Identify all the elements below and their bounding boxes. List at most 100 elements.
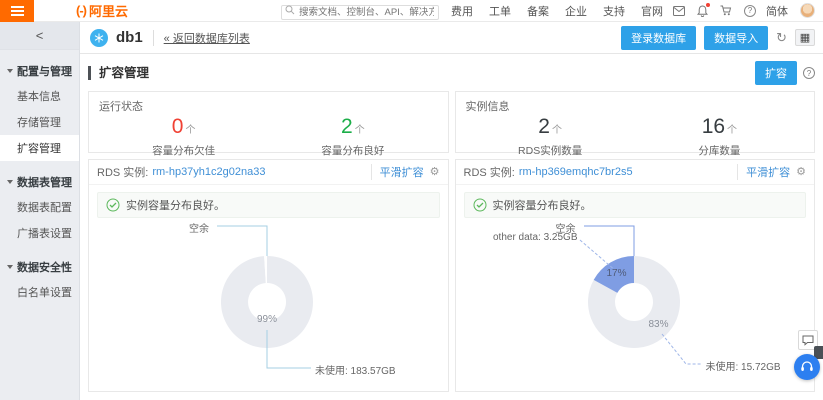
stat-capacity-poor: 0个 容量分布欠佳	[99, 116, 268, 158]
refresh-icon[interactable]: ↻	[776, 31, 787, 44]
chart-callout-unused: 未使用: 15.72GB	[706, 358, 781, 373]
rds-card-header: RDS 实例: rm-hp37yh1c2g02na33 平滑扩容 ⚙	[89, 160, 448, 185]
rds-instance-label: RDS 实例:	[464, 164, 515, 180]
sidebar-group-header[interactable]: 数据安全性	[0, 255, 79, 279]
caret-down-icon	[7, 265, 13, 269]
capacity-status-banner: 实例容量分布良好。	[97, 192, 440, 218]
sidebar-item-basic-info[interactable]: 基本信息	[0, 83, 79, 109]
back-to-db-list-link[interactable]: « 返回数据库列表	[153, 30, 250, 46]
sidebar-item-scale-mgmt[interactable]: 扩容管理	[0, 135, 79, 161]
instance-info-card: 实例信息 2个 RDS实例数量 16个 分库数量	[455, 91, 816, 153]
check-circle-icon	[473, 198, 487, 212]
capacity-donut-chart: 空余 other data: 3.25GB 17% 83% 未使用: 15.72…	[456, 218, 815, 391]
stat-unit: 个	[355, 125, 365, 136]
sidebar-group-tables: 数据表管理 数据表配置 广播表设置	[0, 170, 79, 246]
menu-item-website[interactable]: 官网	[641, 3, 663, 19]
sidebar-group-header[interactable]: 数据表管理	[0, 170, 79, 194]
sidebar-item-whitelist[interactable]: 白名单设置	[0, 279, 79, 305]
capacity-status-text: 实例容量分布良好。	[126, 197, 225, 213]
card-title: 运行状态	[99, 98, 438, 114]
stat-label: RDS实例数量	[466, 143, 635, 158]
running-status-card: 运行状态 0个 容量分布欠佳 2个 容量分布良好	[88, 91, 449, 153]
topbar-icons: ?	[673, 5, 756, 17]
sidebar-item-table-config[interactable]: 数据表配置	[0, 194, 79, 220]
smooth-scale-link[interactable]: 平滑扩容	[380, 164, 424, 180]
alicloud-logo-mark-icon: (-)	[76, 3, 86, 18]
gear-icon[interactable]: ⚙	[796, 167, 806, 178]
message-icon[interactable]	[673, 6, 685, 16]
page-title: db1	[116, 29, 143, 46]
rds-card-header: RDS 实例: rm-hp369emqhc7br2s5 平滑扩容 ⚙	[456, 160, 815, 185]
stat-label: 容量分布欠佳	[99, 143, 268, 158]
chart-percent-label: 83%	[642, 319, 676, 330]
stat-shard-count: 16个 分库数量	[635, 116, 804, 158]
summary-stats-row: 运行状态 0个 容量分布欠佳 2个 容量分布良好	[88, 91, 815, 153]
search-input[interactable]	[281, 5, 439, 20]
global-search	[281, 2, 439, 20]
card-title: 实例信息	[466, 98, 805, 114]
alicloud-logo-text: 阿里云	[89, 1, 128, 20]
data-import-button[interactable]: 数据导入	[704, 26, 768, 50]
chart-percent-label: 17%	[602, 268, 632, 279]
stat-rds-count: 2个 RDS实例数量	[466, 116, 635, 158]
menu-item-enterprise[interactable]: 企业	[565, 3, 587, 19]
sidebar-collapse-button[interactable]: <	[0, 22, 79, 50]
chart-label-free: 空余	[189, 220, 209, 235]
stat-capacity-good: 2个 容量分布良好	[268, 116, 437, 158]
user-avatar[interactable]	[800, 3, 815, 18]
sidebar-item-storage-mgmt[interactable]: 存储管理	[0, 109, 79, 135]
headset-icon	[800, 360, 814, 374]
stat-label: 分库数量	[635, 143, 804, 158]
section-title: 扩容管理	[88, 66, 149, 80]
menu-item-tickets[interactable]: 工单	[489, 3, 511, 19]
stat-value: 2	[341, 115, 353, 138]
scale-out-button[interactable]: 扩容	[755, 61, 797, 85]
rds-instance-label: RDS 实例:	[97, 164, 148, 180]
search-icon	[285, 5, 295, 15]
speech-bubble-icon	[802, 335, 814, 346]
help-icon[interactable]: ?	[803, 67, 815, 79]
stat-value: 2	[538, 115, 550, 138]
stat-value: 16	[702, 115, 725, 138]
smooth-scale-link[interactable]: 平滑扩容	[746, 164, 790, 180]
hamburger-menu-button[interactable]	[0, 0, 34, 22]
sidebar-group-header[interactable]: 配置与管理	[0, 59, 79, 83]
help-icon[interactable]: ?	[744, 5, 756, 17]
stat-unit: 个	[727, 125, 737, 136]
capacity-status-banner: 实例容量分布良好。	[464, 192, 807, 218]
notification-bell-icon[interactable]	[697, 5, 708, 17]
chart-callout-other-data: other data: 3.25GB	[466, 232, 578, 243]
sidebar-group-label: 数据表管理	[17, 174, 72, 190]
sidebar-item-broadcast-tables[interactable]: 广播表设置	[0, 220, 79, 246]
sidebar-group-security: 数据安全性 白名单设置	[0, 255, 79, 305]
gear-icon[interactable]: ⚙	[430, 167, 440, 178]
chart-callout-unused: 未使用: 183.57GB	[315, 362, 396, 377]
sidebar-group-config: 配置与管理 基本信息 存储管理 扩容管理	[0, 59, 79, 161]
cart-icon[interactable]	[720, 5, 732, 16]
page-header: db1 « 返回数据库列表 登录数据库 数据导入 ↻ ▦	[80, 22, 823, 54]
stat-value: 0	[172, 115, 184, 138]
menu-item-billing[interactable]: 费用	[451, 3, 473, 19]
assistant-button[interactable]	[794, 354, 820, 380]
alicloud-logo[interactable]: (-) 阿里云	[76, 1, 128, 20]
rds-cards-row: RDS 实例: rm-hp37yh1c2g02na33 平滑扩容 ⚙ 实例容量分…	[88, 159, 815, 392]
caret-down-icon	[7, 69, 13, 73]
sidebar-group-label: 配置与管理	[17, 63, 72, 79]
section-header: 扩容管理 扩容 ?	[88, 60, 815, 86]
login-database-button[interactable]: 登录数据库	[621, 26, 696, 50]
main-column: db1 « 返回数据库列表 登录数据库 数据导入 ↻ ▦ 扩容管理 扩容 ?	[80, 22, 823, 400]
rds-instance-id-link[interactable]: rm-hp37yh1c2g02na33	[152, 166, 265, 178]
stat-unit: 个	[552, 125, 562, 136]
rds-instance-id-link[interactable]: rm-hp369emqhc7br2s5	[519, 166, 633, 178]
language-switcher[interactable]: 简体	[766, 3, 788, 19]
menu-item-support[interactable]: 支持	[603, 3, 625, 19]
lower-layout: < 配置与管理 基本信息 存储管理 扩容管理 数据表管理 数据表配置 广播表设置…	[0, 22, 823, 400]
grid-view-icon[interactable]: ▦	[795, 29, 815, 46]
rds-instance-card: RDS 实例: rm-hp37yh1c2g02na33 平滑扩容 ⚙ 实例容量分…	[88, 159, 449, 392]
database-icon	[90, 29, 108, 47]
sidebar-group-label: 数据安全性	[17, 259, 72, 275]
sidebar-nav: < 配置与管理 基本信息 存储管理 扩容管理 数据表管理 数据表配置 广播表设置…	[0, 22, 80, 400]
stat-unit: 个	[185, 125, 195, 136]
rds-instance-card: RDS 实例: rm-hp369emqhc7br2s5 平滑扩容 ⚙ 实例容量分…	[455, 159, 816, 392]
menu-item-icp[interactable]: 备案	[527, 3, 549, 19]
